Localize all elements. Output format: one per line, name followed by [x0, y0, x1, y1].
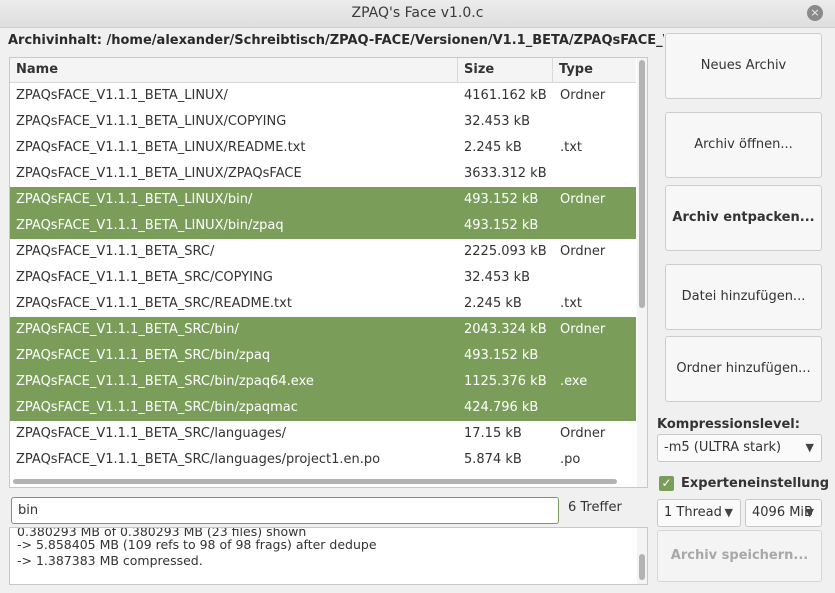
cell-size: 32.453 kB	[464, 270, 531, 285]
window-title: ZPAQ's Face v1.0.c	[351, 5, 484, 21]
cell-name: ZPAQsFACE_V1.1.1_BETA_SRC/bin/zpaq	[16, 348, 271, 363]
column-header-type[interactable]: Type	[553, 58, 636, 82]
cell-size: 5.874 kB	[464, 452, 522, 467]
compression-level-label: Kompressionslevel:	[657, 417, 800, 432]
table-row[interactable]: ZPAQsFACE_V1.1.1_BETA_LINUX/bin/493.152 …	[10, 187, 636, 213]
memory-select[interactable]: 4096 MiB ▼	[745, 499, 822, 527]
cell-name: ZPAQsFACE_V1.1.1_BETA_LINUX/COPYING	[16, 114, 287, 129]
compression-level-value: -m5 (ULTRA stark)	[664, 440, 782, 455]
cell-size: 2043.324 kB	[464, 322, 547, 337]
cell-type: .txt	[560, 296, 583, 311]
title-bar: ZPAQ's Face v1.0.c ×	[0, 0, 835, 28]
scrollbar-thumb[interactable]	[639, 60, 645, 308]
archive-path-label: Archivinhalt: /home/alexander/Schreibtis…	[8, 33, 664, 48]
cell-size: 424.796 kB	[464, 400, 539, 415]
cell-type: .exe	[560, 374, 588, 389]
table-row[interactable]: ZPAQsFACE_V1.1.1_BETA_LINUX/ZPAQsFACE 363…	[10, 161, 636, 187]
cell-size: 17.15 kB	[464, 426, 522, 441]
search-input[interactable]	[11, 497, 559, 524]
cell-name: ZPAQsFACE_V1.1.1_BETA_SRC/COPYING	[16, 270, 273, 285]
scrollbar-thumb[interactable]	[639, 554, 645, 580]
column-header-size[interactable]: Size	[458, 58, 553, 82]
cell-name: ZPAQsFACE_V1.1.1_BETA_SRC/languages/proj…	[16, 452, 381, 467]
cell-name: ZPAQsFACE_V1.1.1_BETA_SRC/	[16, 244, 215, 259]
cell-name: ZPAQsFACE_V1.1.1_BETA_SRC/languages/	[16, 426, 287, 441]
table-row[interactable]: ZPAQsFACE_V1.1.1_BETA_LINUX/bin/zpaq 493.…	[10, 213, 636, 239]
add-folder-button[interactable]: Ordner hinzufügen...	[665, 336, 822, 402]
extract-archive-button[interactable]: Archiv entpacken...	[665, 185, 822, 251]
cell-name: ZPAQsFACE_V1.1.1_BETA_LINUX/bin/	[16, 192, 253, 207]
thread-count-value: 1 Thread	[664, 505, 722, 520]
table-row[interactable]: ZPAQsFACE_V1.1.1_BETA_SRC/languages/17.1…	[10, 421, 636, 447]
chevron-down-icon: ▼	[724, 506, 733, 519]
save-archive-button: Archiv speichern...	[657, 530, 822, 582]
close-icon[interactable]: ×	[807, 5, 823, 21]
table-row[interactable]: ZPAQsFACE_V1.1.1_BETA_SRC/README.txt 2.24…	[10, 291, 636, 317]
cell-name: ZPAQsFACE_V1.1.1_BETA_SRC/bin/zpaq64.exe	[16, 374, 314, 389]
cell-type: Ordner	[560, 322, 606, 337]
cell-name: ZPAQsFACE_V1.1.1_BETA_LINUX/README.txt	[16, 140, 306, 155]
table-row[interactable]: ZPAQsFACE_V1.1.1_BETA_LINUX/COPYING 32.45…	[10, 109, 636, 135]
cell-name: ZPAQsFACE_V1.1.1_BETA_SRC/README.txt	[16, 296, 292, 311]
expert-settings-checkbox[interactable]: ✓	[659, 476, 674, 491]
cell-type: .po	[560, 452, 581, 467]
log-line: -> 5.858405 MB (109 refs to 98 of 98 fra…	[17, 537, 377, 552]
cell-name: ZPAQsFACE_V1.1.1_BETA_LINUX/	[16, 88, 228, 103]
cell-size: 4161.162 kB	[464, 88, 547, 103]
open-archive-button[interactable]: Archiv öffnen...	[665, 112, 822, 178]
log-vertical-scrollbar[interactable]	[637, 528, 647, 584]
cell-name: ZPAQsFACE_V1.1.1_BETA_SRC/bin/	[16, 322, 239, 337]
column-header-name[interactable]: Name	[10, 58, 458, 82]
expert-settings-label: Experteneinstellung	[681, 476, 830, 491]
scrollbar-thumb[interactable]	[13, 479, 617, 484]
cell-name: ZPAQsFACE_V1.1.1_BETA_LINUX/bin/zpaq	[16, 218, 284, 233]
cell-size: 32.453 kB	[464, 114, 531, 129]
compression-level-select[interactable]: -m5 (ULTRA stark) ▼	[657, 434, 822, 462]
memory-value: 4096 MiB	[752, 505, 813, 520]
table-row[interactable]: ZPAQsFACE_V1.1.1_BETA_SRC/bin/zpaq64.exe…	[10, 369, 636, 395]
cell-size: 2.245 kB	[464, 140, 522, 155]
cell-name: ZPAQsFACE_V1.1.1_BETA_SRC/bin/zpaqmac	[16, 400, 298, 415]
table-row[interactable]: ZPAQsFACE_V1.1.1_BETA_SRC/languages/proj…	[10, 447, 636, 473]
table-row[interactable]: ZPAQsFACE_V1.1.1_BETA_SRC/2225.093 kB Ord…	[10, 239, 636, 265]
table-row[interactable]: ZPAQsFACE_V1.1.1_BETA_SRC/bin/2043.324 k…	[10, 317, 636, 343]
table-body: ZPAQsFACE_V1.1.1_BETA_LINUX/4161.162 kB O…	[10, 83, 636, 473]
log-output[interactable]: 0.380293 MB of 0.380293 MB (23 files) sh…	[9, 527, 648, 585]
table-row[interactable]: ZPAQsFACE_V1.1.1_BETA_LINUX/4161.162 kB O…	[10, 83, 636, 109]
log-line: -> 1.387383 MB compressed.	[17, 553, 203, 568]
cell-size: 493.152 kB	[464, 192, 539, 207]
table-header: Name Size Type	[10, 58, 636, 83]
add-file-button[interactable]: Datei hinzufügen...	[665, 264, 822, 330]
archive-file-list[interactable]: Name Size Type ZPAQsFACE_V1.1.1_BETA_LIN…	[9, 57, 648, 488]
file-list-horizontal-scrollbar[interactable]	[10, 477, 636, 485]
table-row[interactable]: ZPAQsFACE_V1.1.1_BETA_LINUX/README.txt 2.…	[10, 135, 636, 161]
cell-type: Ordner	[560, 426, 606, 441]
cell-size: 493.152 kB	[464, 348, 539, 363]
table-row[interactable]: ZPAQsFACE_V1.1.1_BETA_SRC/bin/zpaq 493.15…	[10, 343, 636, 369]
table-row[interactable]: ZPAQsFACE_V1.1.1_BETA_SRC/bin/zpaqmac 424…	[10, 395, 636, 421]
cell-size: 2225.093 kB	[464, 244, 547, 259]
cell-size: 493.152 kB	[464, 218, 539, 233]
file-list-vertical-scrollbar[interactable]	[637, 58, 647, 487]
thread-count-select[interactable]: 1 Thread ▼	[657, 499, 741, 527]
search-hit-count: 6 Treffer	[568, 500, 622, 515]
cell-size: 1125.376 kB	[464, 374, 547, 389]
new-archive-button[interactable]: Neues Archiv	[665, 33, 822, 99]
cell-type: Ordner	[560, 244, 606, 259]
table-row[interactable]: ZPAQsFACE_V1.1.1_BETA_SRC/COPYING 32.453 …	[10, 265, 636, 291]
cell-type: Ordner	[560, 88, 606, 103]
cell-type: Ordner	[560, 192, 606, 207]
cell-size: 3633.312 kB	[464, 166, 547, 181]
chevron-down-icon: ▼	[805, 441, 814, 454]
cell-size: 2.245 kB	[464, 296, 522, 311]
cell-name: ZPAQsFACE_V1.1.1_BETA_LINUX/ZPAQsFACE	[16, 166, 302, 181]
cell-type: .txt	[560, 140, 583, 155]
chevron-down-icon: ▼	[805, 506, 814, 519]
